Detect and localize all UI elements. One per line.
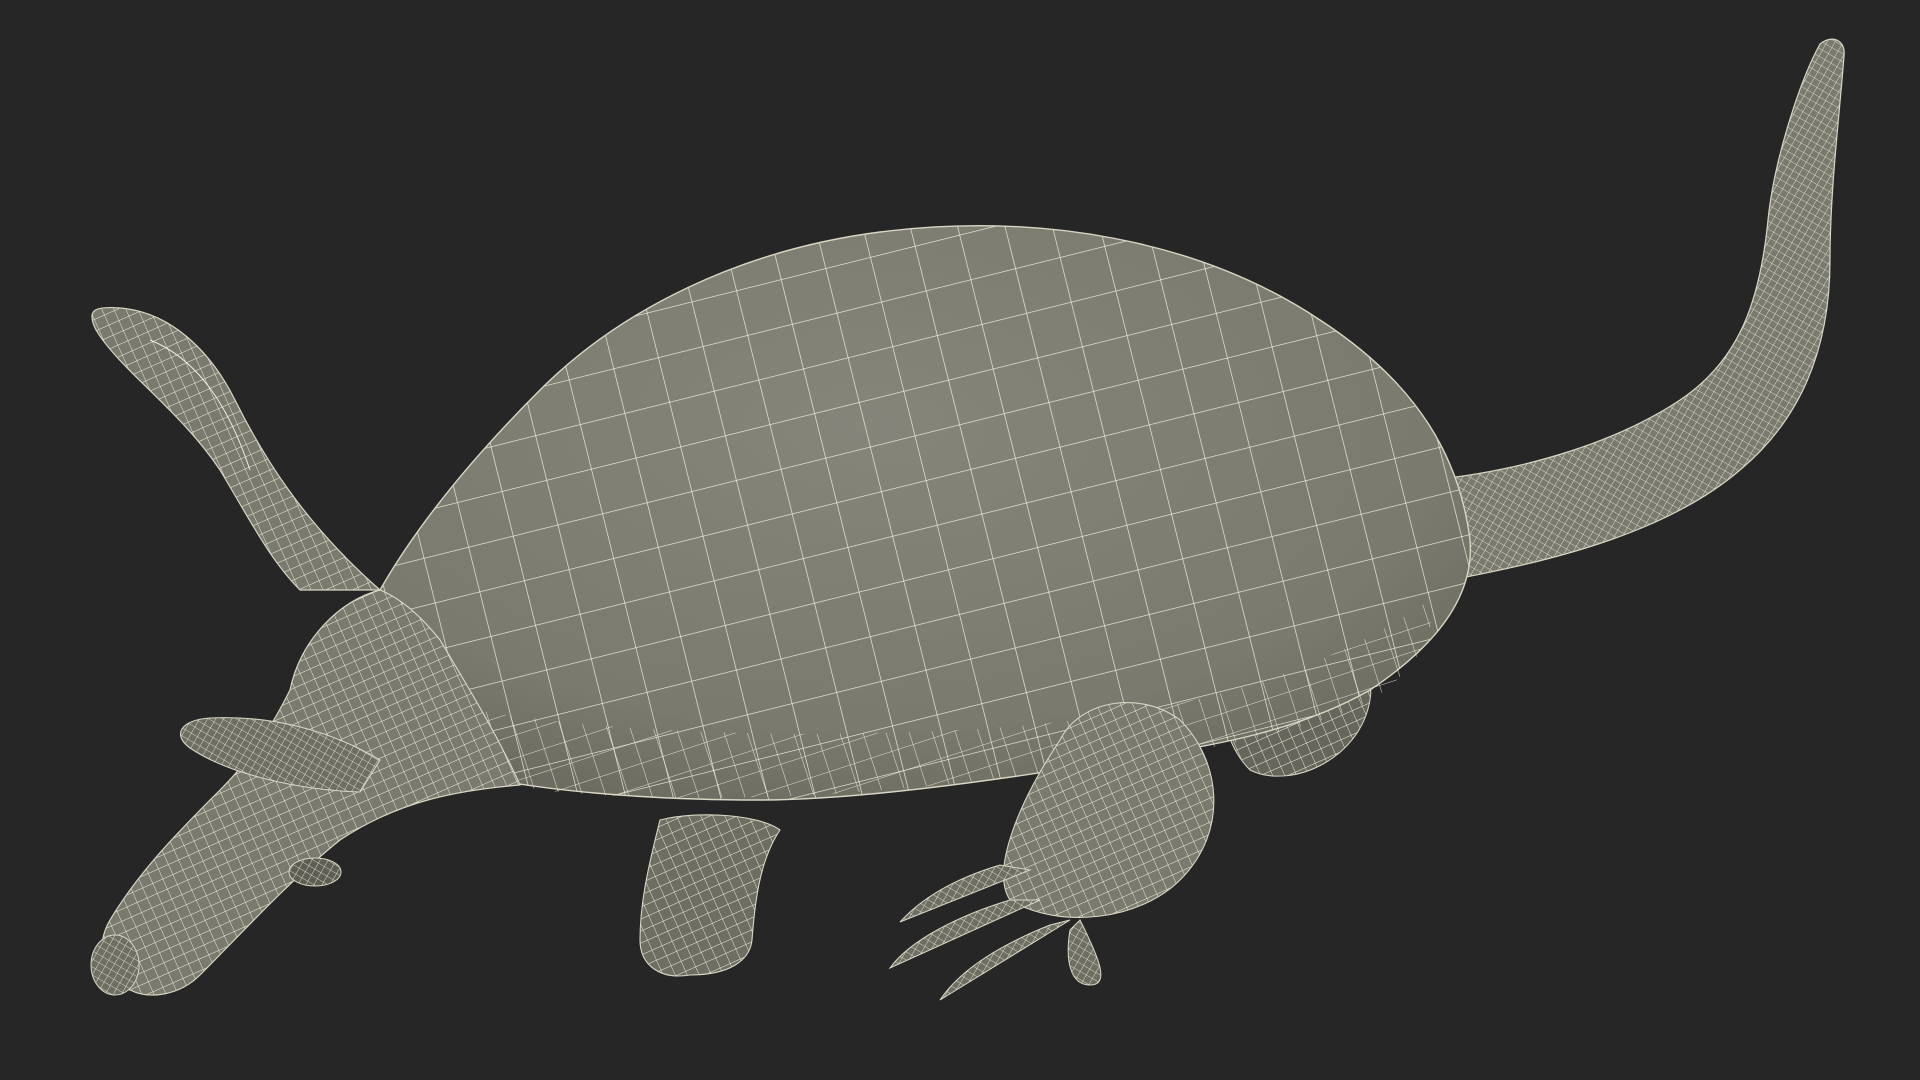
front-leg: [639, 814, 781, 977]
body: [368, 225, 1472, 801]
render-viewport: [0, 0, 1920, 1080]
ear-upright: [91, 306, 382, 591]
aardvark-wireframe: [90, 38, 1845, 1001]
tail: [1429, 38, 1845, 581]
